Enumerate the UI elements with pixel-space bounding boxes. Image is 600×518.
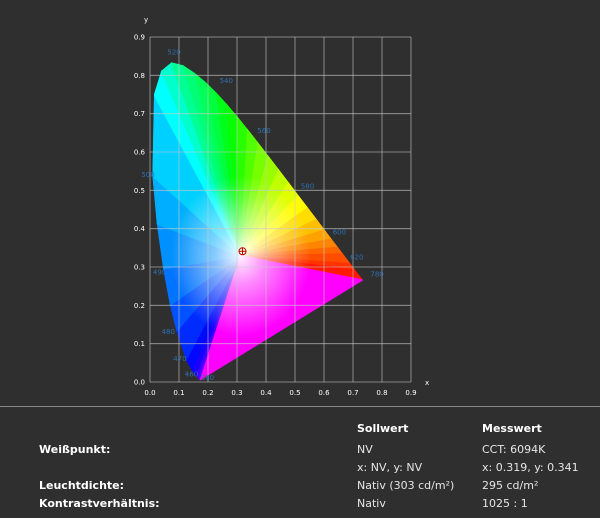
- row-mess-kontrast: 1025 : 1: [482, 497, 528, 510]
- divider: [0, 406, 600, 407]
- x-axis-label: x: [425, 379, 429, 387]
- row-mess-xy: x: 0.319, y: 0.341: [482, 461, 579, 474]
- y-tick-label: 0.3: [134, 264, 145, 272]
- row-label-weisspunkt: Weißpunkt:: [39, 443, 111, 456]
- x-tick-label: 0.0: [144, 389, 155, 397]
- wavelength-label: 490: [153, 269, 166, 277]
- x-tick-label: 0.6: [318, 389, 330, 397]
- wavelength-label: 560: [257, 127, 270, 135]
- whitepoint-marker: [238, 247, 247, 256]
- row-label-leuchtdichte: Leuchtdichte:: [39, 479, 125, 492]
- y-axis-label: y: [144, 16, 148, 24]
- wavelength-label: 580: [301, 182, 314, 190]
- x-tick-label: 0.3: [231, 389, 242, 397]
- row-mess-weisspunkt: CCT: 6094K: [482, 443, 546, 456]
- wavelength-label: 380: [201, 374, 214, 382]
- row-soll-xy: x: NV, y: NV: [357, 461, 423, 474]
- wavelength-label: 620: [350, 253, 363, 261]
- y-tick-label: 0.2: [134, 302, 145, 310]
- y-tick-label: 0.8: [134, 72, 145, 80]
- header-messwert: Messwert: [482, 422, 542, 435]
- wavelength-label: 470: [173, 355, 186, 363]
- chromaticity-chart: 0.0 0.1 0.2 0.3 0.4 0.5 0.6 0.7 0.8 0.9 0.0 0.1 0.2 0…: [134, 16, 429, 397]
- x-tick-label: 0.8: [376, 389, 387, 397]
- x-tick-label: 0.7: [347, 389, 358, 397]
- x-tick-label: 0.4: [260, 389, 272, 397]
- y-tick-label: 0.5: [134, 187, 145, 195]
- wavelength-label: 540: [220, 77, 233, 85]
- wavelength-label: 500: [141, 171, 154, 179]
- x-tick-label: 0.9: [405, 389, 416, 397]
- wavelength-label: 480: [162, 328, 175, 336]
- x-tick-label: 0.1: [173, 389, 184, 397]
- row-soll-leuchtdichte: Nativ (303 cd/m²): [357, 479, 455, 492]
- y-tick-label: 0.0: [134, 379, 145, 387]
- wavelength-label: 780: [370, 271, 383, 279]
- x-tick-label: 0.5: [289, 389, 300, 397]
- row-soll-weisspunkt: NV: [357, 443, 373, 456]
- y-tick-label: 0.7: [134, 110, 145, 118]
- wavelength-label: 600: [333, 228, 346, 236]
- row-mess-leuchtdichte: 295 cd/m²: [482, 479, 539, 492]
- y-tick-label: 0.9: [134, 34, 145, 42]
- y-tick-label: 0.1: [134, 340, 145, 348]
- white-glow: [170, 175, 311, 336]
- wavelength-label: 460: [185, 370, 198, 378]
- wavelength-label: 520: [167, 48, 180, 56]
- header-sollwert: Sollwert: [357, 422, 409, 435]
- row-soll-kontrast: Nativ: [357, 497, 386, 510]
- x-tick-label: 0.2: [202, 389, 213, 397]
- y-tick-label: 0.6: [134, 149, 146, 157]
- y-tick-label: 0.4: [134, 225, 146, 233]
- row-label-kontrast: Kontrastverhältnis:: [39, 497, 160, 510]
- gamut-fill: [152, 62, 364, 381]
